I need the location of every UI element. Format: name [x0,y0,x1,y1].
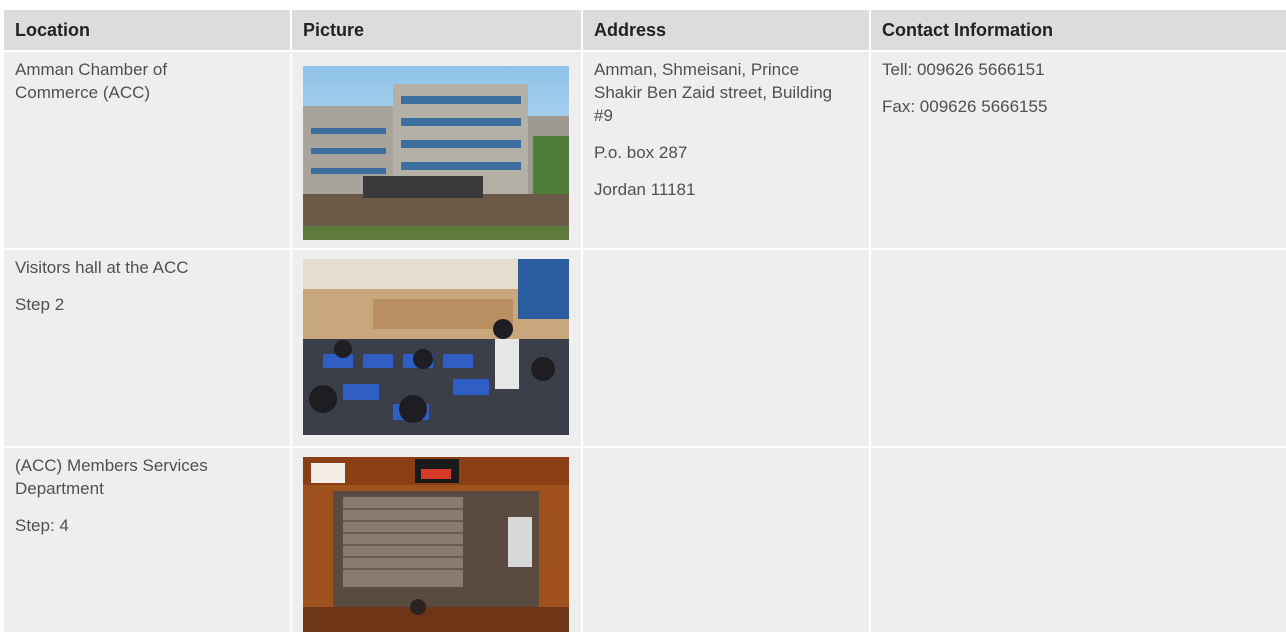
row1-address: Amman, Shmeisani, Prince Shakir Ben Zaid… [583,52,869,248]
visitors-hall-photo [303,259,569,435]
row1-picture [292,52,581,248]
row2-picture [292,250,581,446]
header-address: Address [583,10,869,50]
header-location: Location [4,10,290,50]
contact-fax: Fax: 009626 5666155 [882,97,1048,116]
location-name: Amman Chamber of Commerce (ACC) [15,60,168,102]
row3-address [583,448,869,632]
header-picture: Picture [292,10,581,50]
address-street: Amman, Shmeisani, Prince Shakir Ben Zaid… [594,60,833,125]
address-pobox: P.o. box 287 [594,143,688,162]
members-services-photo [303,457,569,632]
location-step: Step: 4 [15,516,69,535]
row1-location: Amman Chamber of Commerce (ACC) [4,52,290,248]
row2-location: Visitors hall at the ACC Step 2 [4,250,290,446]
row3-picture [292,448,581,632]
row1-contact: Tell: 009626 5666151 Fax: 009626 5666155 [871,52,1286,248]
location-step: Step 2 [15,295,65,314]
location-name: Visitors hall at the ACC [15,258,189,277]
acc-building-photo [303,66,569,240]
header-contact: Contact Information [871,10,1286,50]
locations-table: Location Picture Address Contact Informa… [4,10,1286,632]
location-name: (ACC) Members Services Department [15,456,208,498]
row2-address [583,250,869,446]
row2-contact [871,250,1286,446]
row3-contact [871,448,1286,632]
address-country: Jordan 11181 [594,180,696,199]
contact-tel: Tell: 009626 5666151 [882,60,1045,79]
row3-location: (ACC) Members Services Department Step: … [4,448,290,632]
